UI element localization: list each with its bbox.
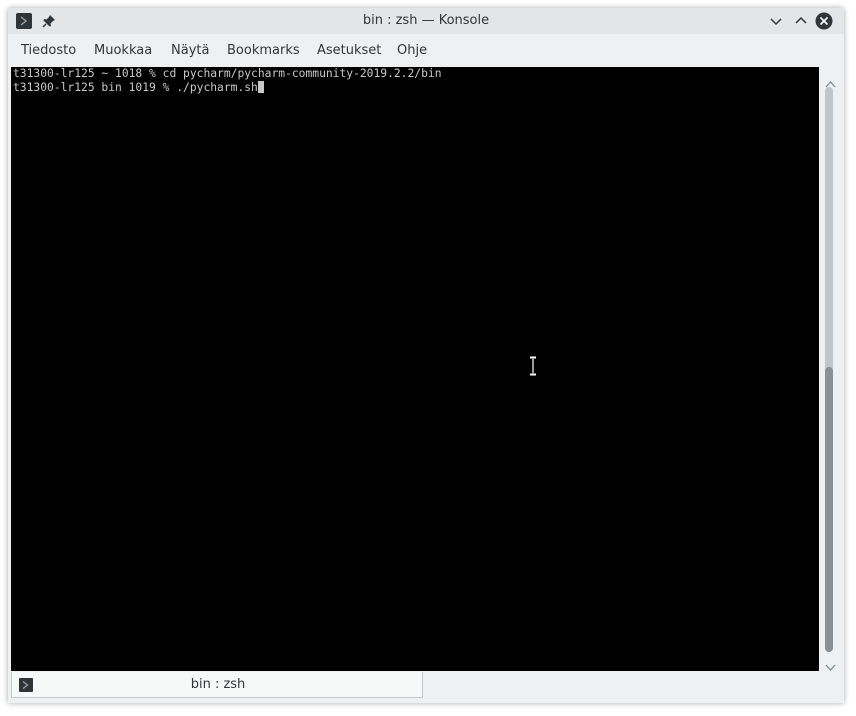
scroll-down-icon[interactable]: [825, 657, 836, 671]
text-cursor: [257, 81, 264, 93]
shell-prompt: t31300-lr125 ~ 1018 %: [13, 67, 163, 80]
chevron-down-icon[interactable]: [767, 12, 785, 30]
terminal-line: t31300-lr125 ~ 1018 % cd pycharm/pycharm…: [13, 67, 442, 81]
menu-tiedosto[interactable]: Tiedosto: [21, 38, 76, 64]
shell-command: cd pycharm/pycharm-community-2019.2.2/bi…: [162, 67, 442, 80]
tab-bin-zsh[interactable]: bin : zsh: [11, 672, 423, 698]
menu-ohje[interactable]: Ohje: [397, 38, 427, 64]
tab-bar: bin : zsh: [8, 671, 844, 703]
window-title: bin : zsh — Konsole: [362, 13, 490, 28]
close-icon[interactable]: [815, 12, 833, 30]
scroll-thumb[interactable]: [825, 367, 833, 652]
terminal-area[interactable]: t31300-lr125 ~ 1018 % cd pycharm/pycharm…: [11, 67, 819, 671]
menu-bookmarks[interactable]: Bookmarks: [227, 38, 300, 64]
menubar: Tiedosto Muokkaa Näytä Bookmarks Asetuks…: [8, 38, 844, 64]
shell-command: ./pycharm.sh: [176, 81, 258, 94]
chevron-up-icon[interactable]: [792, 12, 810, 30]
menu-nayta[interactable]: Näytä: [171, 38, 209, 64]
menu-asetukset[interactable]: Asetukset: [317, 38, 381, 64]
shell-prompt: t31300-lr125 bin 1019 %: [13, 81, 177, 94]
tab-label: bin : zsh: [190, 677, 246, 692]
titlebar[interactable]: bin : zsh — Konsole: [8, 8, 844, 34]
scroll-up-icon[interactable]: [825, 73, 836, 88]
konsole-window: bin : zsh — Konsole Tiedosto Muokkaa Näy…: [8, 8, 844, 703]
mouse-ibeam-icon: [529, 356, 537, 376]
terminal-line: t31300-lr125 bin 1019 % ./pycharm.sh: [13, 81, 264, 95]
vertical-scrollbar[interactable]: [819, 67, 844, 671]
menu-muokkaa[interactable]: Muokkaa: [94, 38, 152, 64]
